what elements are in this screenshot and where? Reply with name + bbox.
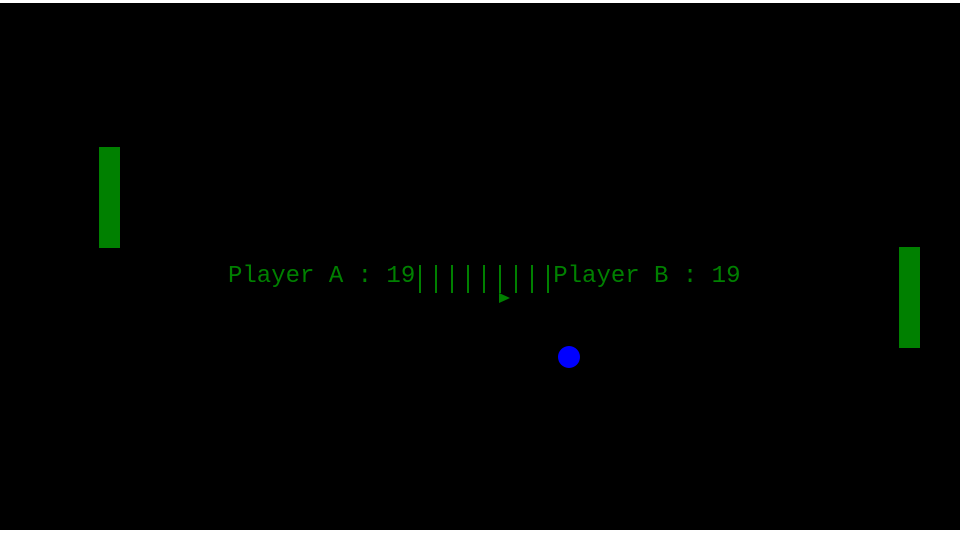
center-divider (415, 265, 554, 293)
player-a-score: Player A : 19 (228, 263, 416, 290)
paddle-player-b (899, 247, 920, 348)
player-b-score: Player B : 19 (553, 263, 741, 290)
paddle-player-a (99, 147, 120, 248)
ball (558, 346, 580, 368)
game-canvas[interactable]: Player A : 19 Player B : 19 (0, 3, 960, 530)
scoreboard: Player A : 19 Player B : 19 (228, 262, 741, 293)
turtle-cursor-icon (499, 293, 510, 303)
